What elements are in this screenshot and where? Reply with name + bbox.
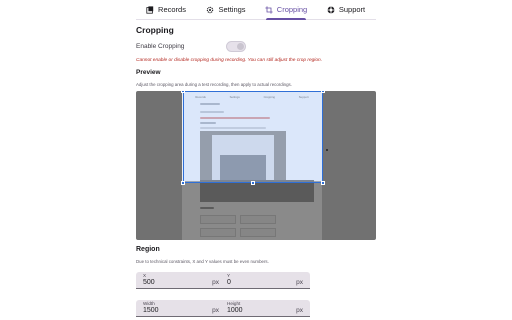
height-unit: px [296,307,303,314]
tab-settings[interactable]: Settings [196,0,256,19]
enable-cropping-label: Enable Cropping [136,43,185,50]
mini-field [240,215,276,224]
preview-title: Preview [136,69,161,76]
tab-label: Support [338,5,366,14]
x-field[interactable]: X 500 px [136,272,226,289]
width-field[interactable]: Width 1500 px [136,300,226,317]
region-note: Due to technical constraints, X and Y va… [136,259,269,264]
width-value: 1500 [143,307,159,314]
x-value: 500 [143,279,155,286]
y-value: 0 [227,279,231,286]
mini-field [200,228,236,237]
crop-handle-top-left[interactable] [181,91,185,93]
width-unit: px [212,307,219,314]
mini-field [240,228,276,237]
preview-area: Records Settings Cropping Support [136,91,376,240]
tab-records[interactable]: Records [136,0,196,19]
crop-region-selector[interactable] [181,91,325,185]
y-field[interactable]: Y 0 px [220,272,310,289]
mini-field [200,215,236,224]
height-label: Height [227,301,241,306]
tab-cropping[interactable]: Cropping [256,0,316,20]
width-label: Width [143,301,155,306]
tab-label: Records [158,5,186,14]
switch-knob [237,43,244,50]
gear-icon [207,6,214,13]
crop-handle-bottom-right[interactable] [321,181,325,185]
tab-label: Cropping [276,5,308,14]
section-title: Cropping [136,25,174,35]
x-unit: px [212,279,219,286]
tab-bar: Records Settings Cropping Support [136,0,376,20]
crop-handle-bottom[interactable] [251,181,255,185]
x-label: X [143,273,147,278]
mini-region-heading [200,207,214,209]
enable-cropping-row: Enable Cropping [136,41,246,52]
height-value: 1000 [227,307,243,314]
cursor-dot [326,149,328,151]
crop-icon [265,5,273,14]
region-title: Region [136,246,160,253]
mini-dark-band [200,180,314,202]
y-unit: px [296,279,303,286]
crop-handle-top-right[interactable] [321,91,325,93]
y-label: Y [227,273,231,278]
enable-cropping-switch[interactable] [226,41,246,52]
tab-label: Settings [218,5,246,14]
support-icon [327,6,335,13]
preview-description: Adjust the cropping area during a test r… [136,82,292,87]
height-field[interactable]: Height 1000 px [220,300,310,317]
records-icon [146,5,154,14]
tab-support[interactable]: Support [316,0,376,19]
crop-handle-bottom-left[interactable] [181,181,185,185]
cropping-warning: Cannot enable or disable cropping during… [136,58,323,63]
